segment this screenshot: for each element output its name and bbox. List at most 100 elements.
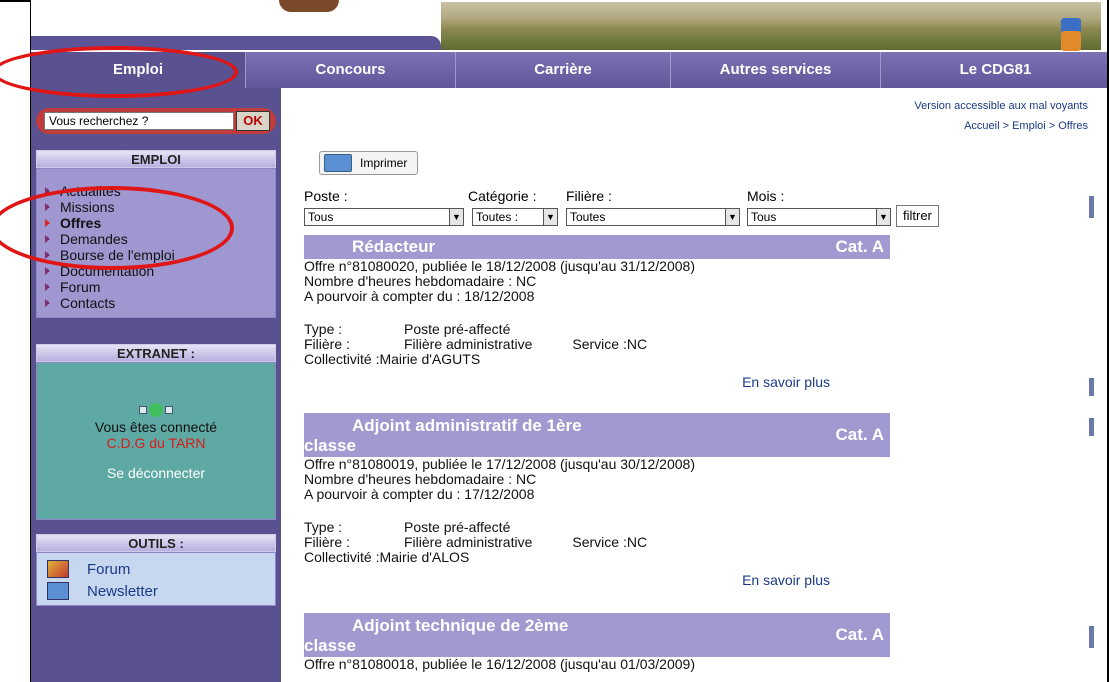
select-value: Toutes : (476, 210, 519, 224)
filiere-value: Filière administrative (404, 534, 533, 550)
mois-select[interactable]: Tous ▼ (747, 208, 891, 226)
offer-header[interactable]: Adjoint technique de 2ème classe Cat. A (304, 613, 890, 657)
nav-autres-services[interactable]: Autres services (671, 52, 881, 88)
type-label: Type : (304, 321, 343, 337)
breadcrumb[interactable]: Accueil > Emploi > Offres (964, 120, 1088, 132)
extranet-panel: Vous êtes connecté C.D.G du TARN Se déco… (36, 362, 276, 520)
connected-user: C.D.G du TARN (106, 435, 206, 451)
banner (31, 0, 1107, 51)
filiere-value: Filière administrative (404, 336, 533, 352)
service-value: Service :NC (572, 534, 648, 550)
logout-link[interactable]: Se déconnecter (37, 465, 275, 481)
offer-title[interactable]: Rédacteur (304, 235, 890, 259)
emploi-heading: EMPLOI (36, 150, 276, 168)
filiere-label: Filière : (304, 336, 350, 352)
search-ok-button[interactable]: OK (236, 111, 270, 131)
menu-item-contacts[interactable]: Contacts (45, 295, 275, 311)
collectivite: Collectivité :Mairie d'AGUTS (304, 351, 481, 367)
outils-heading: OUTILS : (36, 534, 276, 552)
offer-body: Offre n°81080020, publiée le 18/12/2008 … (304, 259, 890, 390)
filter-button[interactable]: filtrer (896, 205, 939, 227)
outils-box: OUTILS : Forum Newsletter (36, 534, 276, 606)
bullet-icon (45, 267, 50, 275)
tool-label: Newsletter (87, 582, 158, 600)
highlight-ellipse-offres (0, 186, 234, 270)
type-label: Type : (304, 519, 343, 535)
browser-frame: Emploi Concours Carrière Autres services… (30, 0, 1109, 682)
nav-concours[interactable]: Concours (246, 52, 456, 88)
network-connected-icon (37, 403, 275, 417)
tool-forum[interactable]: Forum (47, 558, 275, 580)
collectivite: Collectivité :Mairie d'ALOS (304, 549, 470, 565)
nav-le-cdg81[interactable]: Le CDG81 (881, 52, 1107, 88)
offer-hours: Nombre d'heures hebdomadaire : NC (304, 273, 537, 289)
categorie-select[interactable]: Toutes : ▼ (472, 208, 558, 226)
offer-title[interactable]: Adjoint administratif de 1ère classe (304, 416, 890, 456)
filiere-label: Filière : (304, 534, 350, 550)
banner-photo (441, 2, 1101, 50)
banner-logo-mark (279, 0, 339, 12)
dropdown-arrow-icon: ▼ (725, 209, 739, 225)
outils-panel: Forum Newsletter (36, 552, 276, 606)
sidebar: Vous recherchez ? OK EMPLOI Actualités M… (31, 88, 281, 682)
search-input[interactable]: Vous recherchez ? (44, 112, 234, 130)
offer-reference: Offre n°81080020, publiée le 18/12/2008 … (304, 258, 695, 274)
menu-label: Contacts (60, 295, 116, 311)
offer-category: Cat. A (835, 237, 885, 256)
bullet-icon (45, 299, 50, 307)
printer-icon (324, 154, 352, 172)
offer-card: Adjoint administratif de 1ère classe Cat.… (304, 413, 890, 588)
select-value: Tous (751, 210, 777, 224)
highlight-ellipse-nav (0, 46, 238, 98)
offer-card: Adjoint technique de 2ème classe Cat. A O… (304, 613, 890, 672)
menu-item-forum[interactable]: Forum (45, 279, 275, 295)
connected-text: Vous êtes connecté (94, 419, 218, 435)
offer-reference: Offre n°81080019, publiée le 17/12/2008 … (304, 456, 695, 472)
mois-label: Mois : (747, 188, 785, 204)
filiere-select[interactable]: Toutes ▼ (566, 208, 740, 226)
offer-title[interactable]: Adjoint technique de 2ème classe (304, 616, 890, 656)
offer-header[interactable]: Adjoint administratif de 1ère classe Cat.… (304, 413, 890, 457)
tool-label: Forum (87, 560, 131, 578)
offer-header[interactable]: Rédacteur Cat. A (304, 235, 890, 259)
print-label: Imprimer (360, 156, 408, 170)
print-button[interactable]: Imprimer (319, 151, 419, 175)
forum-icon (47, 560, 69, 578)
offer-category: Cat. A (835, 425, 885, 444)
extranet-box: EXTRANET : Vous êtes connecté C.D.G du T… (36, 344, 276, 520)
menu-label: Forum (60, 279, 101, 295)
offer-start-date: A pourvoir à compter du : 17/12/2008 (304, 486, 535, 502)
offer-body: Offre n°81080018, publiée le 16/12/2008 … (304, 657, 890, 672)
type-value: Poste pré-affecté (404, 321, 511, 337)
dropdown-arrow-icon: ▼ (876, 209, 890, 225)
newsletter-icon (47, 582, 69, 600)
offer-category: Cat. A (835, 625, 885, 644)
categorie-label: Catégorie : (468, 188, 537, 204)
nav-carriere[interactable]: Carrière (456, 52, 671, 88)
extranet-heading: EXTRANET : (36, 344, 276, 362)
offer-card: Rédacteur Cat. A Offre n°81080020, publi… (304, 235, 890, 390)
more-link[interactable]: En savoir plus (304, 375, 890, 390)
search-box: Vous recherchez ? OK (36, 108, 276, 134)
dropdown-arrow-icon: ▼ (543, 209, 557, 225)
service-value: Service :NC (572, 336, 648, 352)
offer-body: Offre n°81080019, publiée le 17/12/2008 … (304, 457, 890, 588)
tool-newsletter[interactable]: Newsletter (47, 580, 275, 602)
print-icon-orange[interactable] (1061, 31, 1081, 51)
cropped-element (1089, 626, 1094, 648)
more-link[interactable]: En savoir plus (304, 573, 890, 588)
bullet-icon (45, 283, 50, 291)
cropped-element (1089, 378, 1094, 396)
poste-label: Poste : (304, 188, 348, 204)
offer-reference: Offre n°81080018, publiée le 16/12/2008 … (304, 656, 695, 672)
select-value: Tous (308, 210, 334, 224)
type-value: Poste pré-affecté (404, 519, 511, 535)
poste-select[interactable]: Tous ▼ (304, 208, 464, 226)
filiere-label: Filière : (566, 188, 612, 204)
offer-start-date: A pourvoir à compter du : 18/12/2008 (304, 288, 535, 304)
filters: Poste : Catégorie : Filière : Mois : Tou… (304, 188, 1004, 228)
cropped-element (1089, 196, 1094, 218)
accessible-version-link[interactable]: Version accessible aux mal voyants (914, 100, 1088, 112)
select-value: Toutes (570, 210, 606, 224)
offer-hours: Nombre d'heures hebdomadaire : NC (304, 471, 537, 487)
